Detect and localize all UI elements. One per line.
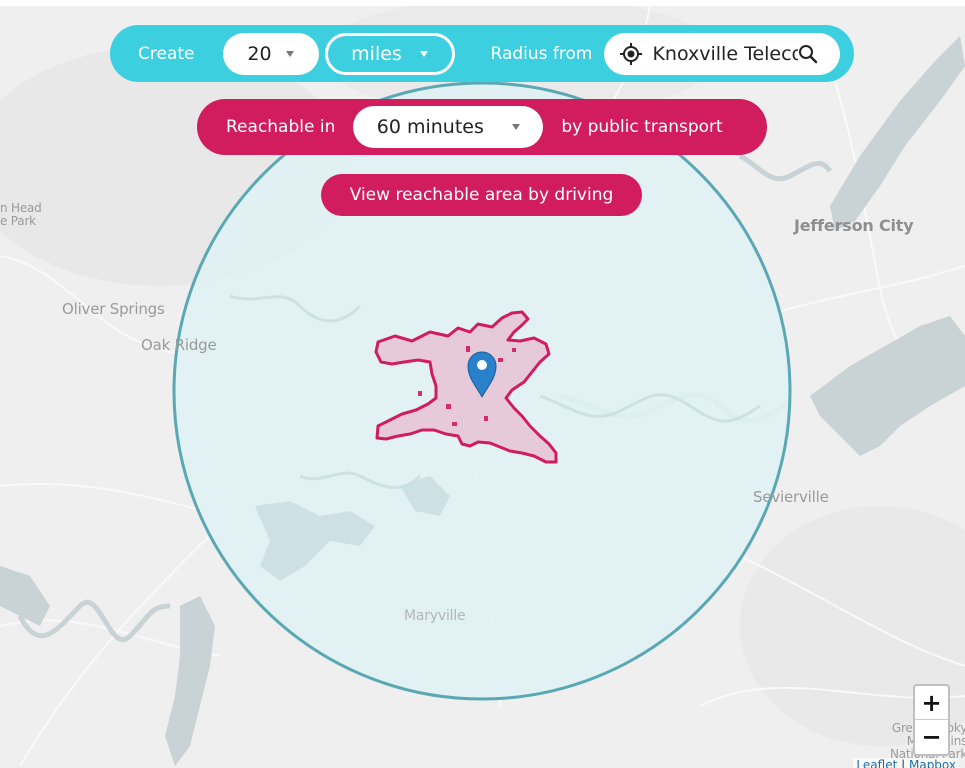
search-icon[interactable] (798, 44, 818, 64)
zoom-out-button[interactable]: − (915, 720, 948, 754)
locate-icon[interactable] (620, 42, 643, 65)
zoom-control: + − (913, 684, 950, 756)
attribution-separator: | (901, 758, 906, 768)
location-value: Knoxville Telecom (652, 42, 799, 65)
chevron-down-icon (285, 50, 294, 57)
zoom-in-button[interactable]: + (915, 686, 948, 720)
distance-value: 20 (247, 42, 272, 65)
place-oliver-springs: Oliver Springs (62, 300, 165, 318)
place-sevierville: Sevierville (753, 488, 829, 506)
place-maryville: Maryville (404, 608, 466, 624)
place-label-text: e Park (0, 214, 36, 228)
units-value: miles (351, 42, 402, 65)
time-value: 60 minutes (376, 116, 484, 138)
place-label: n Head e Park (0, 202, 42, 228)
map-attribution: Leaflet | Mapbox (853, 758, 959, 768)
radius-control-bar: Create 20 miles Radius from Knoxville Te… (110, 25, 854, 82)
time-select[interactable]: 60 minutes (353, 106, 544, 148)
place-oak-ridge: Oak Ridge (141, 336, 217, 354)
distance-select[interactable]: 20 (222, 32, 319, 75)
reachable-label: Reachable in (226, 117, 336, 137)
view-driving-area-button[interactable]: View reachable area by driving (321, 174, 642, 216)
place-jefferson-city: Jefferson City (794, 216, 914, 235)
place-label-text: n Head (0, 201, 42, 215)
units-select[interactable]: miles (324, 32, 455, 75)
leaflet-link[interactable]: Leaflet (856, 758, 897, 768)
radius-from-label: Radius from (490, 43, 593, 64)
create-label: Create (138, 43, 195, 64)
location-search-input[interactable]: Knoxville Telecom (604, 32, 841, 75)
mapbox-link[interactable]: Mapbox (909, 758, 956, 768)
transport-label: by public transport (561, 117, 723, 137)
chevron-down-icon (511, 124, 520, 130)
chevron-down-icon (419, 50, 428, 57)
reachability-control-bar: Reachable in 60 minutes by public transp… (197, 99, 767, 155)
